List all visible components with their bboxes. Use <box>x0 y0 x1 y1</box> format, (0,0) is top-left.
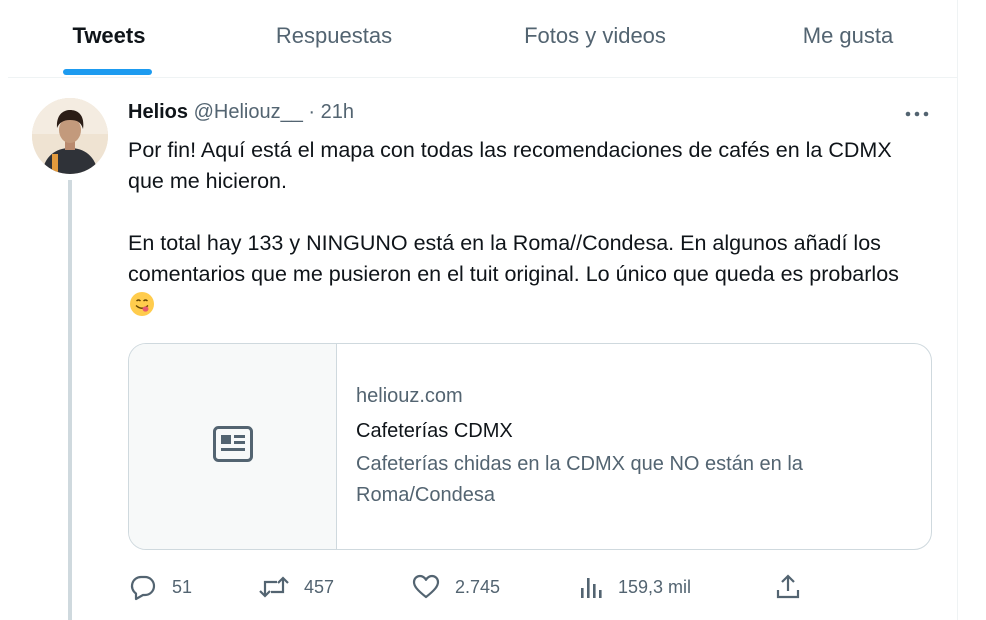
tweet-text: Por fin! Aquí está el mapa con todas las… <box>128 135 928 321</box>
more-button[interactable] <box>900 100 934 128</box>
retweet-icon <box>258 572 290 602</box>
tab-respuestas[interactable]: Respuestas <box>254 0 414 77</box>
like-icon <box>411 572 441 602</box>
share-icon <box>774 572 802 602</box>
like-button[interactable]: 2.745 <box>411 570 500 604</box>
views-icon <box>578 572 604 602</box>
thread-line <box>68 180 72 620</box>
article-icon <box>212 426 253 467</box>
retweet-count: 457 <box>304 576 335 597</box>
tweet-paragraph: Por fin! Aquí está el mapa con todas las… <box>128 138 892 193</box>
profile-tabs: Tweets Respuestas Fotos y videos Me gust… <box>8 0 958 78</box>
avatar[interactable] <box>32 98 108 174</box>
tweet-actions: 51 457 2.745 159,3 mil <box>128 570 828 604</box>
user-handle[interactable]: @Heliouz__ <box>194 101 303 123</box>
card-description: Cafeterías chidas en la CDMX que NO está… <box>356 453 803 506</box>
card-domain: heliouz.com <box>356 385 463 407</box>
tab-me-gusta[interactable]: Me gusta <box>786 0 910 77</box>
tweet-paragraph-text: En total hay 133 y NINGUNO está en la Ro… <box>128 231 899 286</box>
share-button[interactable] <box>774 570 802 604</box>
retweet-button[interactable]: 457 <box>258 570 334 604</box>
more-icon <box>903 105 931 123</box>
card-title: Cafeterías CDMX <box>356 420 513 442</box>
separator: · <box>308 101 316 123</box>
views-count: 159,3 mil <box>618 576 692 597</box>
views-button[interactable]: 159,3 mil <box>578 570 691 604</box>
reply-icon <box>128 572 158 602</box>
tweet-header: Helios @Heliouz__ · 21h <box>128 101 354 124</box>
like-count: 2.745 <box>455 576 501 597</box>
link-card[interactable]: heliouz.com Cafeterías CDMX Cafeterías c… <box>128 343 932 550</box>
face-savoring-food-emoji <box>130 292 154 316</box>
display-name[interactable]: Helios <box>128 101 188 123</box>
card-thumbnail <box>129 344 337 549</box>
tweet-paragraph: En total hay 133 y NINGUNO está en la Ro… <box>128 228 928 321</box>
tab-fotos-y-videos[interactable]: Fotos y videos <box>505 0 685 77</box>
active-tab-indicator <box>63 69 152 75</box>
tab-tweets[interactable]: Tweets <box>50 0 168 77</box>
profile-timeline: Tweets Respuestas Fotos y videos Me gust… <box>0 0 958 620</box>
reply-count: 51 <box>172 576 193 597</box>
tweet-time[interactable]: 21h <box>321 101 354 123</box>
card-body: heliouz.com Cafeterías CDMX Cafeterías c… <box>356 382 916 511</box>
reply-button[interactable]: 51 <box>128 570 192 604</box>
